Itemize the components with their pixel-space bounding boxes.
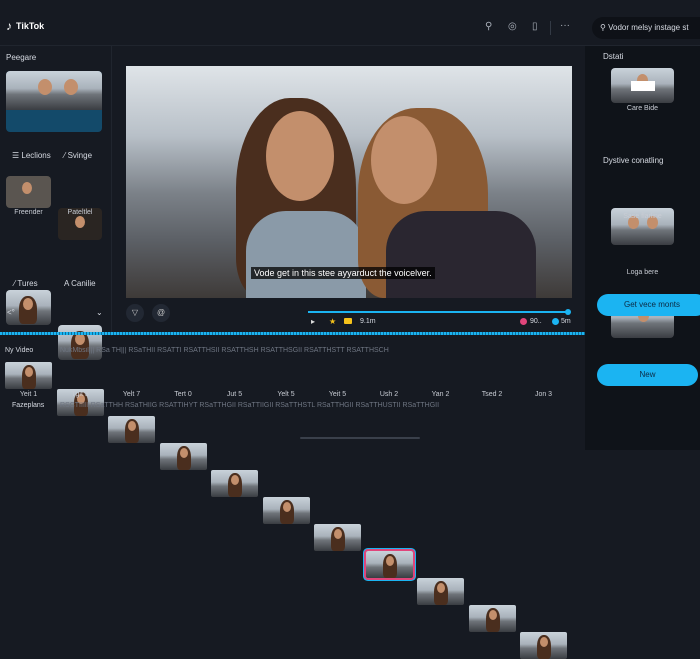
tool-leclions[interactable]: ☰ Leclions (12, 151, 51, 160)
tool-label: Tures (17, 279, 38, 288)
search-icon: ⚲ (600, 23, 609, 32)
header-code: NukMbsil||| RSa TH||| RSaTHII RSATTI RSA… (60, 347, 389, 354)
clip-label: Yelt 7 (122, 391, 141, 398)
device-icon[interactable]: ▯ (532, 21, 538, 32)
status-a: 90.. (530, 318, 542, 325)
effect-card[interactable] (611, 68, 674, 103)
play-icon[interactable]: ▸ (311, 317, 315, 326)
timeline-clip[interactable] (520, 632, 567, 659)
progress-handle[interactable] (565, 309, 571, 315)
timeline-clip[interactable] (363, 549, 415, 580)
timeline-clip[interactable] (468, 605, 516, 632)
filter-button[interactable]: ▽ (126, 304, 144, 322)
left-sidebar: Peegare ☰ Leclions ⁄ Svinge Freender Pat… (0, 46, 112, 360)
get-moments-button[interactable]: Get vece monts (597, 294, 700, 316)
clip-label: Tsed 2 (481, 391, 503, 398)
clip-label: Yeit 1 (19, 391, 38, 398)
clip-label: Jut 5 (226, 391, 243, 398)
record-icon (520, 318, 527, 325)
clip-label: Pateltlel (67, 209, 93, 216)
timeline-clip[interactable] (262, 497, 310, 524)
timeline-clip[interactable] (417, 578, 464, 605)
clip-label: Tgit 3 (71, 391, 89, 398)
app-header: ♪ TikTok ⚲ ◎ ▯ ··· ⚲ Vodor melsy instage… (0, 0, 700, 46)
timeline-clip[interactable] (5, 362, 52, 389)
star-icon[interactable]: ★ (329, 317, 336, 326)
section-title: Dstati (603, 52, 624, 61)
search-text: Vodor melsy instage st (608, 23, 689, 32)
dot-icon (552, 318, 559, 325)
timeline-clip[interactable] (314, 524, 361, 551)
clip-label: Jon 3 (534, 391, 553, 398)
clip-label: Ush 2 (379, 391, 399, 398)
tool-svinge[interactable]: ⁄ Svinge (64, 151, 92, 160)
card-label: Loga bere (626, 269, 659, 276)
list-icon: ☰ (12, 151, 22, 160)
card-label: Sase flarline (623, 213, 662, 220)
footer-code: RSCTIIIII RSaTTHH RSaTHIIG RSATTIHYT RSa… (60, 402, 440, 409)
tool-label: Svinge (67, 151, 93, 160)
chevron-down-icon[interactable]: ⌄ (96, 308, 103, 317)
right-panel: Dstati Care Bide Dystive conatling Sase … (585, 46, 700, 450)
preview-image (6, 71, 102, 110)
bottom-label: Fazeplans (12, 402, 45, 409)
clip-label: Yan 2 (431, 391, 450, 398)
preview-card[interactable] (6, 71, 102, 132)
new-button[interactable]: New (597, 364, 698, 386)
clip-label: Yelt 5 (277, 391, 295, 398)
folder-icon[interactable] (344, 318, 352, 324)
clip-thumb[interactable] (6, 176, 51, 208)
loop-button[interactable]: @ (152, 304, 170, 322)
app-name: TikTok (16, 21, 45, 31)
section-title: Dystive conatling (603, 156, 664, 165)
more-icon[interactable]: ··· (560, 20, 570, 31)
sticker-icon[interactable]: ⚲ (485, 21, 492, 32)
timeline-clip[interactable] (159, 443, 207, 470)
video-player[interactable]: Vode get in this stee ayyarduct the voic… (126, 66, 572, 298)
tool-canilie[interactable]: A Canilie (64, 279, 96, 288)
timeline-clip[interactable] (108, 416, 155, 443)
progress-bar[interactable] (308, 311, 570, 313)
track-label: Ny Video (5, 347, 34, 354)
section-title: Peegare (6, 53, 37, 62)
timeline-scrubber[interactable] (0, 332, 585, 335)
tiktok-logo-icon: ♪ (6, 19, 12, 33)
emoji-icon[interactable]: ◎ (508, 21, 517, 32)
caption: Vode get in this stee ayyarduct the voic… (251, 267, 435, 279)
divider (550, 21, 551, 35)
tool-label: Canilie (71, 279, 96, 288)
card-label: Care Bide (626, 105, 659, 112)
clip-label: Freender (14, 209, 43, 216)
clip-strip: Yeit 1 Tgit 3 Yelt 7 Tert 0 Jut 5 Yelt 5 Yeit … (5, 362, 575, 659)
search-input[interactable]: ⚲ Vodor melsy instage st (592, 17, 700, 39)
timeline-clip[interactable] (211, 470, 258, 497)
horizontal-scrollbar[interactable] (300, 437, 420, 439)
back-button[interactable]: <° (7, 308, 15, 317)
timeline: Ny Video NukMbsil||| RSa TH||| RSaTHII R… (0, 340, 585, 659)
clip-label: Yeit 5 (328, 391, 347, 398)
tool-label: Leclions (21, 151, 51, 160)
status-b: 5m (561, 318, 571, 325)
tool-tures[interactable]: ⁄ Tures (14, 279, 38, 288)
time-left: 9.1m (360, 318, 376, 325)
clip-label: Tert 0 (174, 391, 192, 398)
